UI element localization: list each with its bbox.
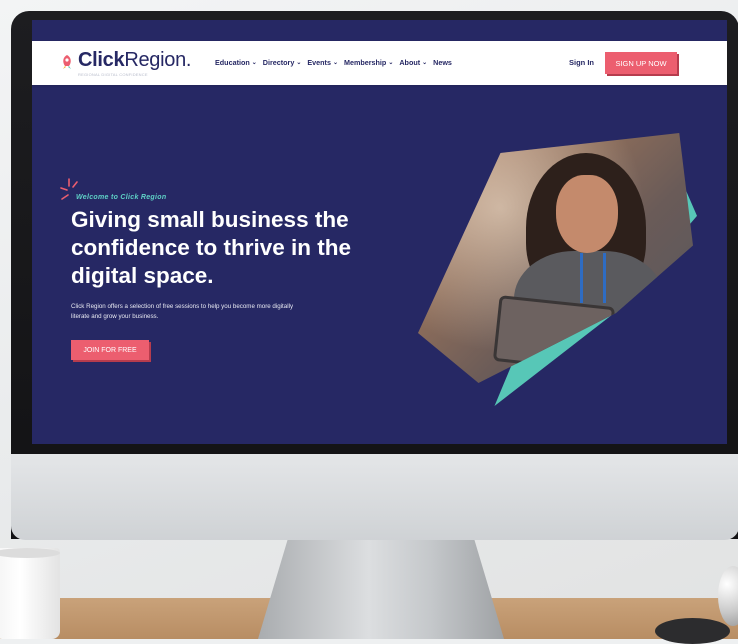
top-strip	[32, 20, 727, 41]
hero-description: Click Region offers a selection of free …	[71, 303, 294, 320]
chevron-down-icon: ⌄	[388, 60, 394, 66]
nav-label: Events	[307, 58, 331, 67]
nav-label: About	[399, 58, 421, 67]
website-screen: ClickRegion. REGIONAL DIGITAL CONFIDENCE…	[32, 20, 727, 444]
logo-bold: Click	[78, 49, 125, 71]
hero-eyebrow: Welcome to Click Region	[76, 194, 167, 201]
nav-education[interactable]: Education ⌄	[215, 58, 257, 67]
computer-mouse	[655, 618, 730, 644]
person-face	[556, 175, 618, 253]
logo-rest: Region.	[124, 49, 192, 71]
nav-label: Directory	[262, 58, 295, 67]
rocket-icon	[63, 55, 71, 69]
monitor-stand	[258, 540, 504, 639]
nav-directory[interactable]: Directory ⌄	[263, 58, 302, 67]
site-header: ClickRegion. REGIONAL DIGITAL CONFIDENCE…	[32, 41, 727, 85]
coffee-mug	[0, 548, 60, 639]
nav-label: Membership	[343, 58, 387, 67]
nav-events[interactable]: Events ⌄	[307, 58, 338, 67]
nav-membership[interactable]: Membership ⌄	[344, 58, 393, 67]
tablet-device	[492, 295, 616, 373]
hero-headline: Giving small business the confidence to …	[71, 207, 352, 288]
sign-in-link[interactable]: Sign In	[569, 58, 594, 67]
join-for-free-button[interactable]: JOIN FOR FREE	[71, 340, 149, 360]
site-logo[interactable]: ClickRegion. REGIONAL DIGITAL CONFIDENCE	[60, 49, 191, 77]
nav-label: Education	[215, 58, 250, 67]
lanyard	[580, 253, 606, 303]
chevron-down-icon: ⌄	[332, 60, 338, 66]
nav-news[interactable]: News	[433, 58, 452, 67]
nav-about[interactable]: About ⌄	[399, 58, 427, 67]
logo-tagline: REGIONAL DIGITAL CONFIDENCE	[78, 72, 148, 77]
chevron-down-icon: ⌄	[296, 60, 302, 66]
chevron-down-icon: ⌄	[422, 60, 428, 66]
main-navigation: Education ⌄ Directory ⌄ Events ⌄ Membership…	[215, 58, 452, 67]
logo-wordmark: ClickRegion.	[78, 49, 191, 71]
nav-label: News	[433, 58, 452, 67]
chevron-down-icon: ⌄	[251, 60, 257, 66]
sign-up-button[interactable]: SIGN UP NOW	[605, 52, 677, 74]
monitor-chin	[11, 454, 738, 540]
